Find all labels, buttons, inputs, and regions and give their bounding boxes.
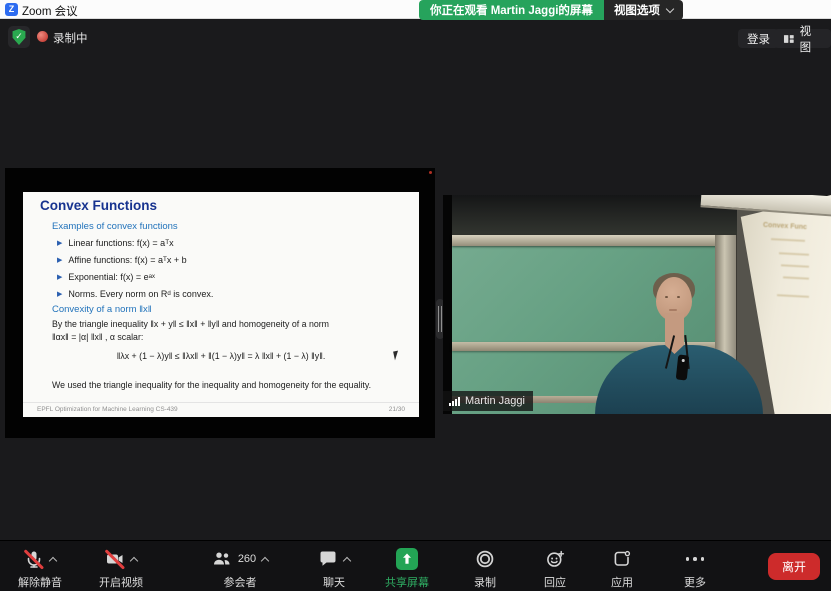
start-video-button[interactable]: 开启视频	[81, 547, 161, 590]
share-screen-label: 共享屏幕	[385, 574, 429, 590]
share-screen-button[interactable]: 共享屏幕	[371, 547, 443, 590]
chevron-down-icon	[666, 4, 674, 12]
chat-chevron-icon[interactable]	[343, 556, 351, 564]
slide-title: Convex Functions	[40, 198, 157, 213]
camera-off-icon	[105, 549, 125, 569]
share-screen-icon	[396, 548, 418, 570]
view-label: 视图	[800, 23, 822, 55]
slide-page-number: 21/30	[389, 406, 405, 413]
projected-text-line	[777, 294, 809, 298]
shared-screen-pane[interactable]: Convex Functions Examples of convex func…	[5, 168, 435, 438]
recording-status-label: 录制中	[53, 30, 88, 46]
projected-text-line	[781, 264, 809, 267]
more-button[interactable]: 更多	[667, 547, 723, 590]
watching-banner-text: 你正在观看 Martin Jaggi的屏幕	[419, 0, 604, 20]
more-dots-icon	[686, 549, 705, 569]
reactions-label: 回应	[544, 574, 566, 590]
reactions-smiley-icon	[545, 549, 565, 569]
record-label: 录制	[474, 574, 496, 590]
slide-footer-text: EPFL Optimization for Machine Learning C…	[37, 406, 178, 413]
speaker-eye	[677, 296, 680, 298]
recording-indicator-icon	[37, 31, 48, 42]
projected-slide-title: Convex Func	[763, 222, 807, 231]
speaker-neck	[665, 313, 684, 347]
slide-section-heading: Convexity of a norm ‖x‖	[52, 304, 152, 315]
more-label: 更多	[684, 574, 706, 590]
zoom-meeting-window: Z Zoom 会议 你正在观看 Martin Jaggi的屏幕 视图选项 ✓ 录…	[0, 0, 831, 591]
participant-name-tag: Martin Jaggi	[443, 391, 533, 411]
screen-share-banner: 你正在观看 Martin Jaggi的屏幕 视图选项	[419, 0, 683, 20]
layout-view-icon	[783, 33, 795, 45]
view-options-label: 视图选项	[614, 2, 660, 18]
participants-chevron-icon[interactable]	[261, 556, 269, 564]
meeting-toolbar: 解除静音 开启视频 260 参会者	[0, 540, 831, 591]
video-options-chevron-icon[interactable]	[130, 556, 138, 564]
chat-button[interactable]: 聊天	[302, 547, 366, 590]
unmute-button[interactable]: 解除静音	[0, 547, 80, 590]
bullet-triangle-icon: ▶	[57, 240, 62, 247]
classroom-wall	[452, 195, 737, 237]
participant-name: Martin Jaggi	[465, 395, 525, 407]
microphone-muted-icon	[24, 549, 44, 569]
unmute-label: 解除静音	[18, 574, 62, 590]
view-button[interactable]: 视图	[774, 29, 831, 48]
chat-label: 聊天	[323, 574, 345, 590]
participant-count: 260	[238, 553, 256, 565]
slide-bullet: ▶Exponential: f(x) = eᵃˣ	[57, 272, 155, 282]
share-recording-dot	[429, 171, 432, 174]
bullet-triangle-icon: ▶	[57, 274, 62, 281]
chat-bubble-icon	[318, 549, 338, 569]
presentation-slide: Convex Functions Examples of convex func…	[23, 192, 419, 417]
speaker-mouth	[669, 309, 677, 311]
signal-strength-icon	[449, 397, 460, 406]
participants-button[interactable]: 260 参会者	[194, 547, 286, 590]
record-icon	[475, 549, 495, 569]
reactions-button[interactable]: 回应	[527, 547, 583, 590]
projected-text-line	[771, 238, 805, 242]
video-letterbox	[443, 195, 452, 414]
apps-label: 应用	[611, 574, 633, 590]
participants-label: 参会者	[224, 574, 257, 590]
slide-equation: ‖λx + (1 − λ)y‖ ≤ ‖λx‖ + ‖(1 − λ)y‖ = λ …	[23, 351, 419, 361]
slide-bullet: ▶Affine functions: f(x) = aᵀx + b	[57, 255, 187, 265]
view-options-button[interactable]: 视图选项	[604, 0, 683, 20]
leave-meeting-button[interactable]: 离开	[768, 553, 820, 580]
slide-subtitle: Examples of convex functions	[52, 221, 178, 232]
window-title-bar: Z Zoom 会议	[0, 0, 831, 19]
audio-options-chevron-icon[interactable]	[49, 556, 57, 564]
bullet-triangle-icon: ▶	[57, 257, 62, 264]
encryption-badge[interactable]: ✓	[8, 26, 30, 48]
signin-label: 登录	[747, 31, 770, 47]
slide-closing-line: We used the triangle inequality for the …	[52, 380, 371, 390]
signin-button[interactable]: 登录	[738, 29, 779, 48]
board-rail-top	[452, 235, 737, 246]
slide-bullet: ▶Norms. Every norm on Rᵈ is convex.	[57, 289, 213, 299]
slide-bullet: ▶Linear functions: f(x) = aᵀx	[57, 238, 174, 248]
participants-icon	[212, 549, 232, 569]
bullet-triangle-icon: ▶	[57, 291, 62, 298]
slide-footer: EPFL Optimization for Machine Learning C…	[23, 402, 419, 415]
slide-paragraph-line: By the triangle inequality ‖x + y‖ ≤ ‖x‖…	[52, 319, 329, 329]
apps-icon	[612, 549, 632, 569]
window-title: Zoom 会议	[22, 3, 78, 19]
projected-text-line	[783, 276, 809, 279]
speaker-eye	[665, 296, 668, 298]
slide-paragraph-line: ‖αx‖ = |α| ‖x‖ , α scalar:	[52, 332, 143, 342]
zoom-logo-icon: Z	[5, 3, 18, 16]
record-button[interactable]: 录制	[457, 547, 513, 590]
projected-text-line	[779, 252, 809, 256]
shield-check-icon: ✓	[12, 29, 26, 45]
speaker-video-pane[interactable]: Convex Func Martin Jaggi	[443, 195, 831, 414]
apps-button[interactable]: 应用	[594, 547, 650, 590]
start-video-label: 开启视频	[99, 574, 143, 590]
